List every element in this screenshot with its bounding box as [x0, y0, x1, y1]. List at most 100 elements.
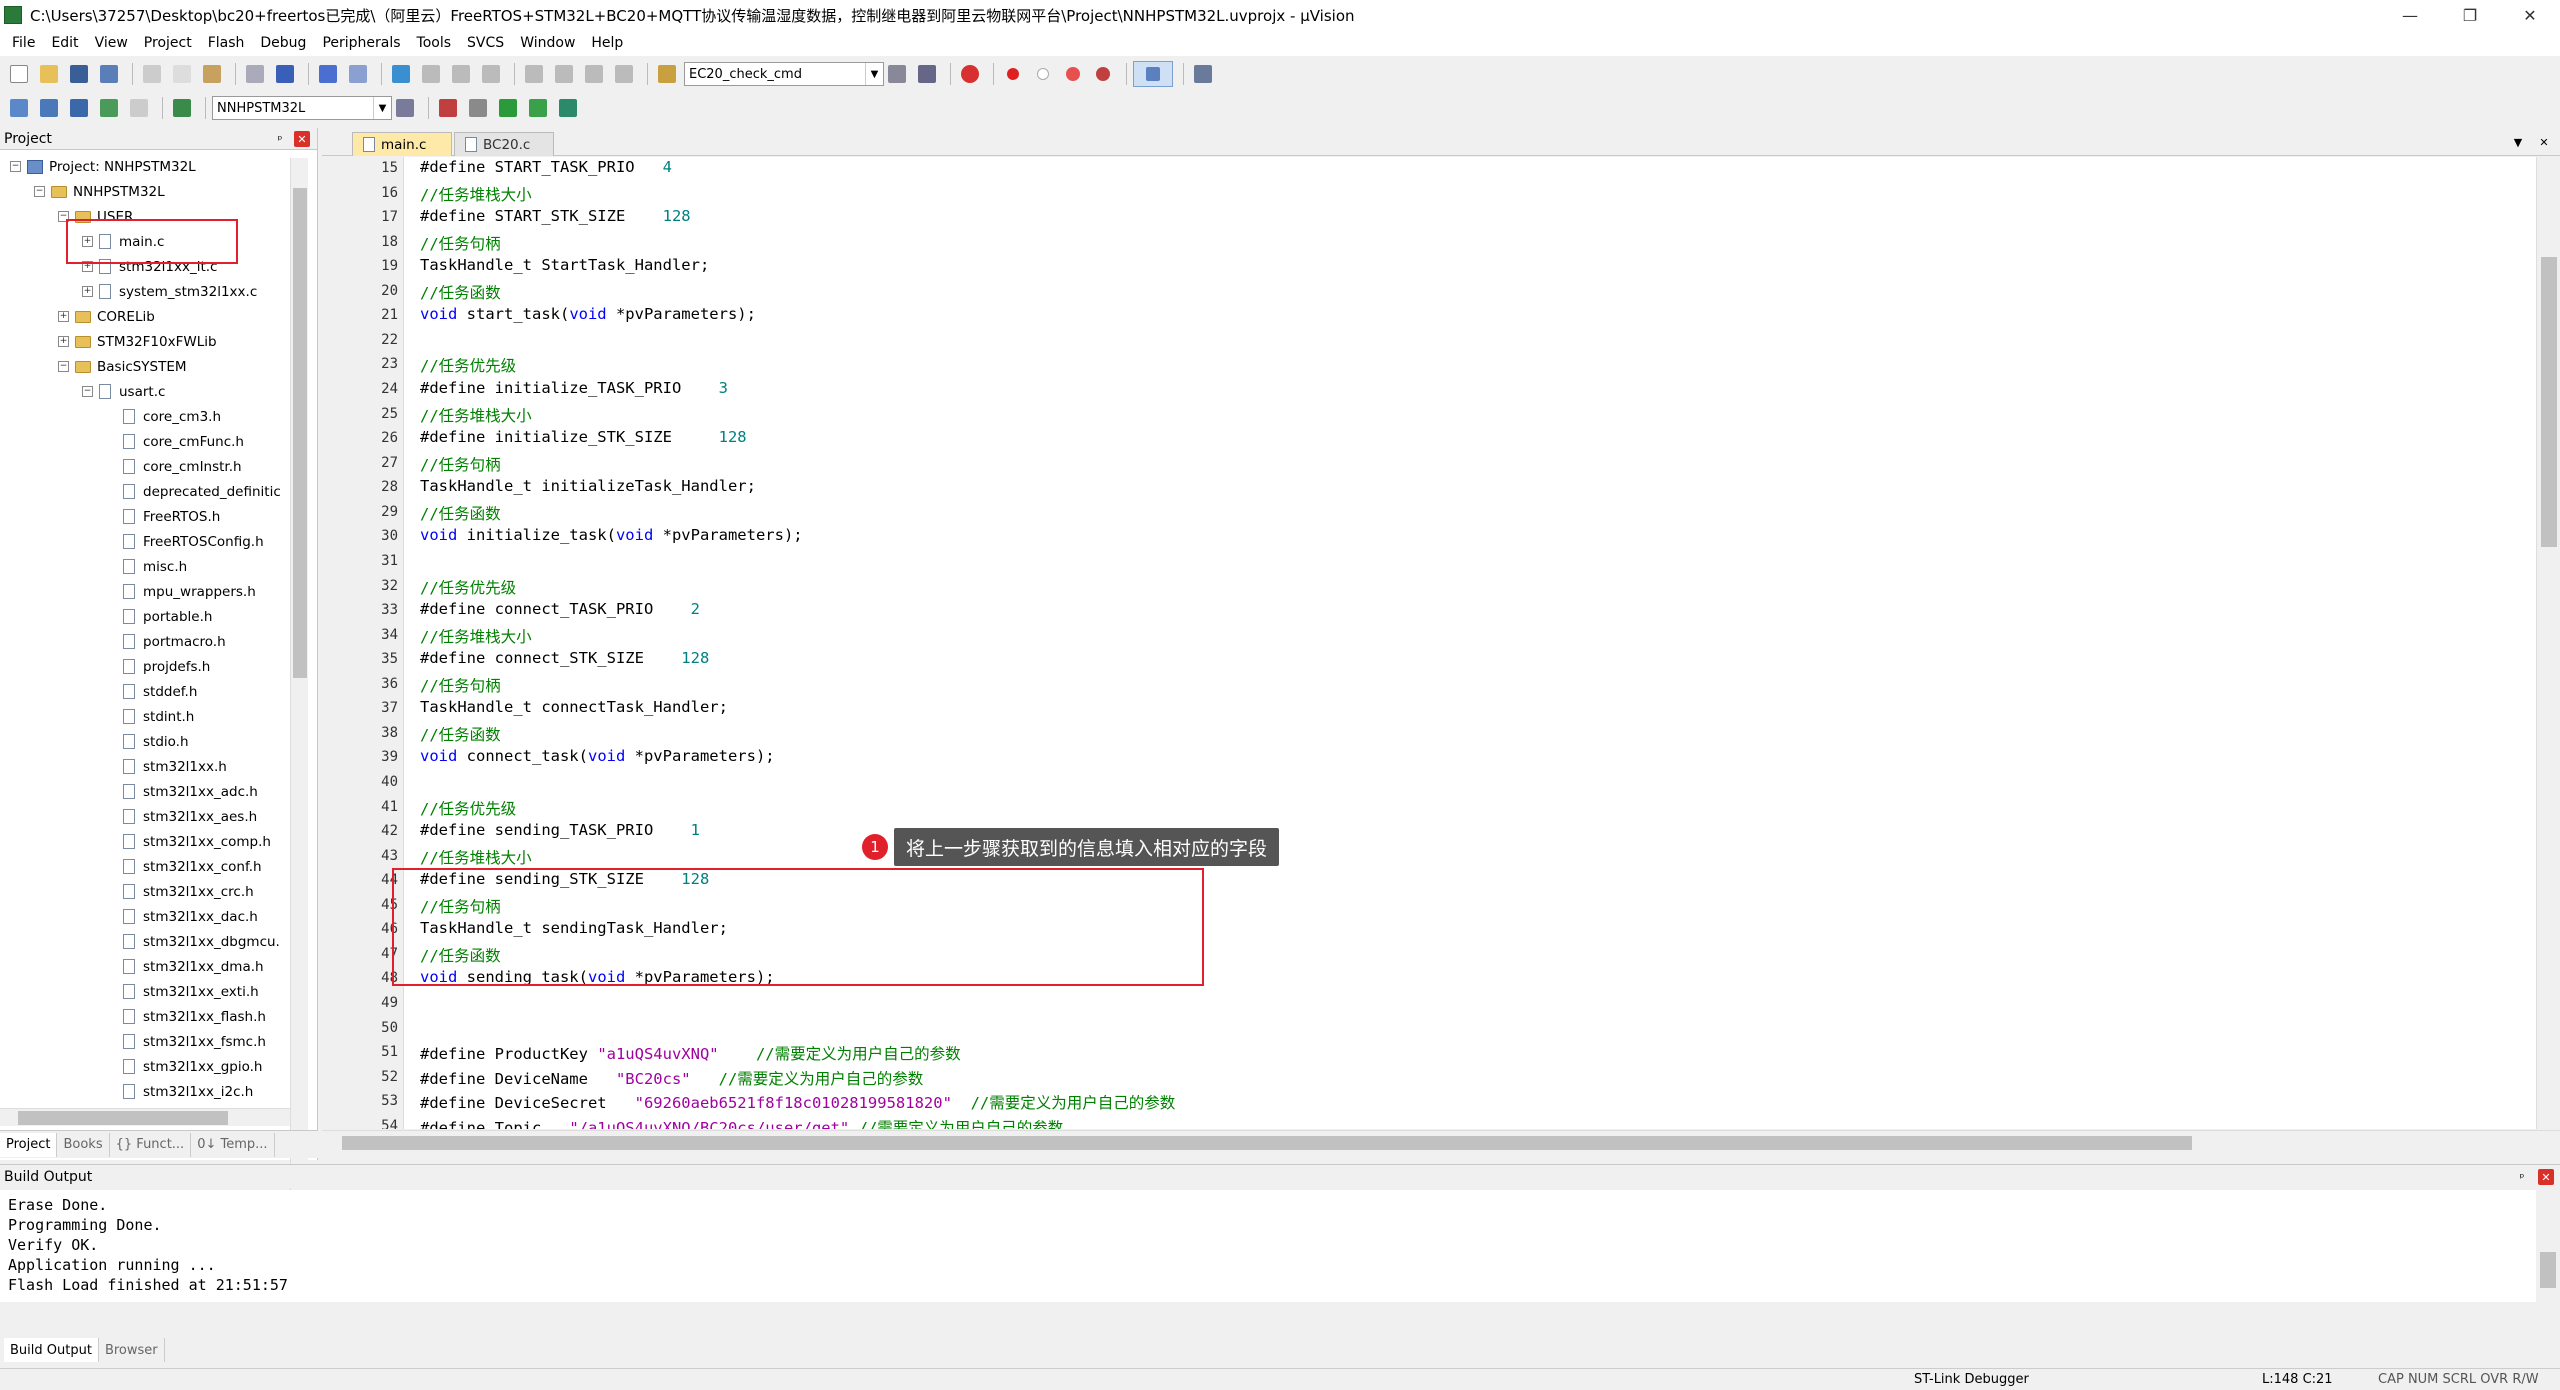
disable-breakpoint-icon[interactable]	[1030, 61, 1056, 87]
pin-icon[interactable]: ᵖ	[2514, 1169, 2530, 1185]
build-icon[interactable]	[36, 95, 62, 121]
tree-item[interactable]: stm32l1xx_conf.h	[106, 854, 262, 879]
tab-list-icon[interactable]: ▼	[2510, 134, 2526, 150]
tree-item[interactable]: − NNHPSTM32L	[34, 179, 165, 204]
tree-item[interactable]: stm32l1xx_aes.h	[106, 804, 257, 829]
menu-peripherals[interactable]: Peripherals	[314, 35, 408, 51]
tree-item[interactable]: stm32l1xx_crc.h	[106, 879, 254, 904]
configure-icon[interactable]	[1190, 61, 1216, 87]
scrollbar-thumb[interactable]	[342, 1136, 2192, 1150]
tree-item[interactable]: + system_stm32l1xx.c	[82, 279, 257, 304]
tree-item[interactable]: − Project: NNHPSTM32L	[10, 154, 196, 179]
translate-icon[interactable]	[6, 95, 32, 121]
open-file-icon[interactable]	[36, 61, 62, 87]
uncomment-icon[interactable]	[611, 61, 637, 87]
scrollbar-thumb[interactable]	[2541, 257, 2557, 547]
navigate-back-icon[interactable]	[315, 61, 341, 87]
tab-bc20-c[interactable]: BC20.c	[454, 132, 554, 156]
tree-item[interactable]: projdefs.h	[106, 654, 210, 679]
undo-icon[interactable]	[242, 61, 268, 87]
collapse-icon[interactable]: −	[10, 161, 21, 172]
build-output-hscrollbar[interactable]	[0, 1302, 2536, 1320]
software-packs-icon[interactable]	[555, 95, 581, 121]
project-tree-scrollbar[interactable]	[290, 158, 308, 1226]
menu-flash[interactable]: Flash	[200, 35, 253, 51]
collapse-icon[interactable]: −	[34, 186, 45, 197]
find-combo[interactable]: EC20_check_cmd ▼	[684, 62, 884, 86]
tab-build-output[interactable]: Build Output	[4, 1338, 99, 1362]
tree-item[interactable]: + CORELib	[58, 304, 155, 329]
bookmark-icon[interactable]	[388, 61, 414, 87]
rebuild-icon[interactable]	[66, 95, 92, 121]
redo-icon[interactable]	[272, 61, 298, 87]
tree-item[interactable]: stm32l1xx_i2c.h	[106, 1079, 253, 1104]
pack-installer-icon[interactable]	[525, 95, 551, 121]
tree-item[interactable]: stm32l1xx_dbgmcu.	[106, 929, 280, 954]
save-icon[interactable]	[66, 61, 92, 87]
expand-icon[interactable]: +	[58, 311, 69, 322]
find-icon[interactable]	[884, 61, 910, 87]
scrollbar-thumb[interactable]	[2540, 1252, 2556, 1288]
close-panel-icon[interactable]: ✕	[2538, 1169, 2554, 1185]
menu-debug[interactable]: Debug	[252, 35, 314, 51]
stop-build-icon[interactable]	[126, 95, 152, 121]
target-options-icon[interactable]	[392, 95, 418, 121]
tree-item[interactable]: stm32l1xx_gpio.h	[106, 1054, 262, 1079]
menu-svcs[interactable]: SVCS	[459, 35, 512, 51]
chevron-down-icon[interactable]: ▼	[865, 63, 883, 85]
menu-project[interactable]: Project	[136, 35, 200, 51]
download-icon[interactable]	[169, 95, 195, 121]
close-window-button[interactable]: ✕	[2500, 0, 2560, 30]
tree-item[interactable]: mpu_wrappers.h	[106, 579, 256, 604]
tab-main-c[interactable]: main.c	[352, 132, 452, 156]
prev-bookmark-icon[interactable]	[418, 61, 444, 87]
tree-item[interactable]: stdint.h	[106, 704, 194, 729]
indent-icon[interactable]	[521, 61, 547, 87]
build-output-scrollbar[interactable]	[2536, 1190, 2560, 1312]
next-bookmark-icon[interactable]	[448, 61, 474, 87]
tree-item[interactable]: FreeRTOS.h	[106, 504, 220, 529]
tree-item[interactable]: stm32l1xx_exti.h	[106, 979, 259, 1004]
kill-all-breakpoints-icon[interactable]	[1090, 61, 1116, 87]
tree-item[interactable]: stm32l1xx_dma.h	[106, 954, 264, 979]
tree-item[interactable]: core_cm3.h	[106, 404, 221, 429]
editor-horizontal-scrollbar[interactable]	[322, 1130, 2560, 1154]
comment-icon[interactable]	[581, 61, 607, 87]
close-tab-icon[interactable]: ✕	[2536, 134, 2552, 150]
tree-item[interactable]: stm32l1xx_adc.h	[106, 779, 258, 804]
minimize-button[interactable]: —	[2380, 0, 2440, 30]
unindent-icon[interactable]	[551, 61, 577, 87]
scrollbar-thumb[interactable]	[18, 1111, 228, 1125]
maximize-button[interactable]: ❐	[2440, 0, 2500, 30]
collapse-icon[interactable]: −	[82, 386, 93, 397]
navigate-forward-icon[interactable]	[345, 61, 371, 87]
debug-session-icon[interactable]	[957, 61, 983, 87]
tree-item[interactable]: stdio.h	[106, 729, 189, 754]
copy-icon[interactable]	[169, 61, 195, 87]
expand-icon[interactable]: +	[58, 336, 69, 347]
tree-item[interactable]: − usart.c	[82, 379, 165, 404]
chevron-down-icon[interactable]: ▼	[373, 97, 391, 119]
menu-window[interactable]: Window	[512, 35, 583, 51]
scrollbar-thumb[interactable]	[293, 188, 307, 678]
menu-edit[interactable]: Edit	[43, 35, 86, 51]
tree-item[interactable]: stm32l1xx_fsmc.h	[106, 1029, 266, 1054]
tree-item[interactable]: + STM32F10xFWLib	[58, 329, 217, 354]
tab-browser[interactable]: Browser	[99, 1338, 165, 1362]
window-layout-icon[interactable]	[1133, 61, 1173, 87]
manage-rte-icon[interactable]	[495, 95, 521, 121]
menu-help[interactable]: Help	[583, 35, 631, 51]
tree-item[interactable]: core_cmFunc.h	[106, 429, 244, 454]
menu-file[interactable]: File	[4, 35, 43, 51]
tree-item[interactable]: core_cmInstr.h	[106, 454, 242, 479]
tree-item[interactable]: stm32l1xx_flash.h	[106, 1004, 266, 1029]
editor-vertical-scrollbar[interactable]	[2536, 157, 2560, 1129]
select-packs-icon[interactable]	[465, 95, 491, 121]
collapse-icon[interactable]: −	[58, 361, 69, 372]
project-tree-hscrollbar[interactable]	[0, 1108, 290, 1126]
tab-functions[interactable]: {} Funct...	[110, 1132, 192, 1157]
tree-item[interactable]: stm32l1xx_comp.h	[106, 829, 271, 854]
tree-item[interactable]: portable.h	[106, 604, 212, 629]
breakpoint-icon[interactable]	[1000, 61, 1026, 87]
close-panel-icon[interactable]: ✕	[294, 131, 310, 147]
